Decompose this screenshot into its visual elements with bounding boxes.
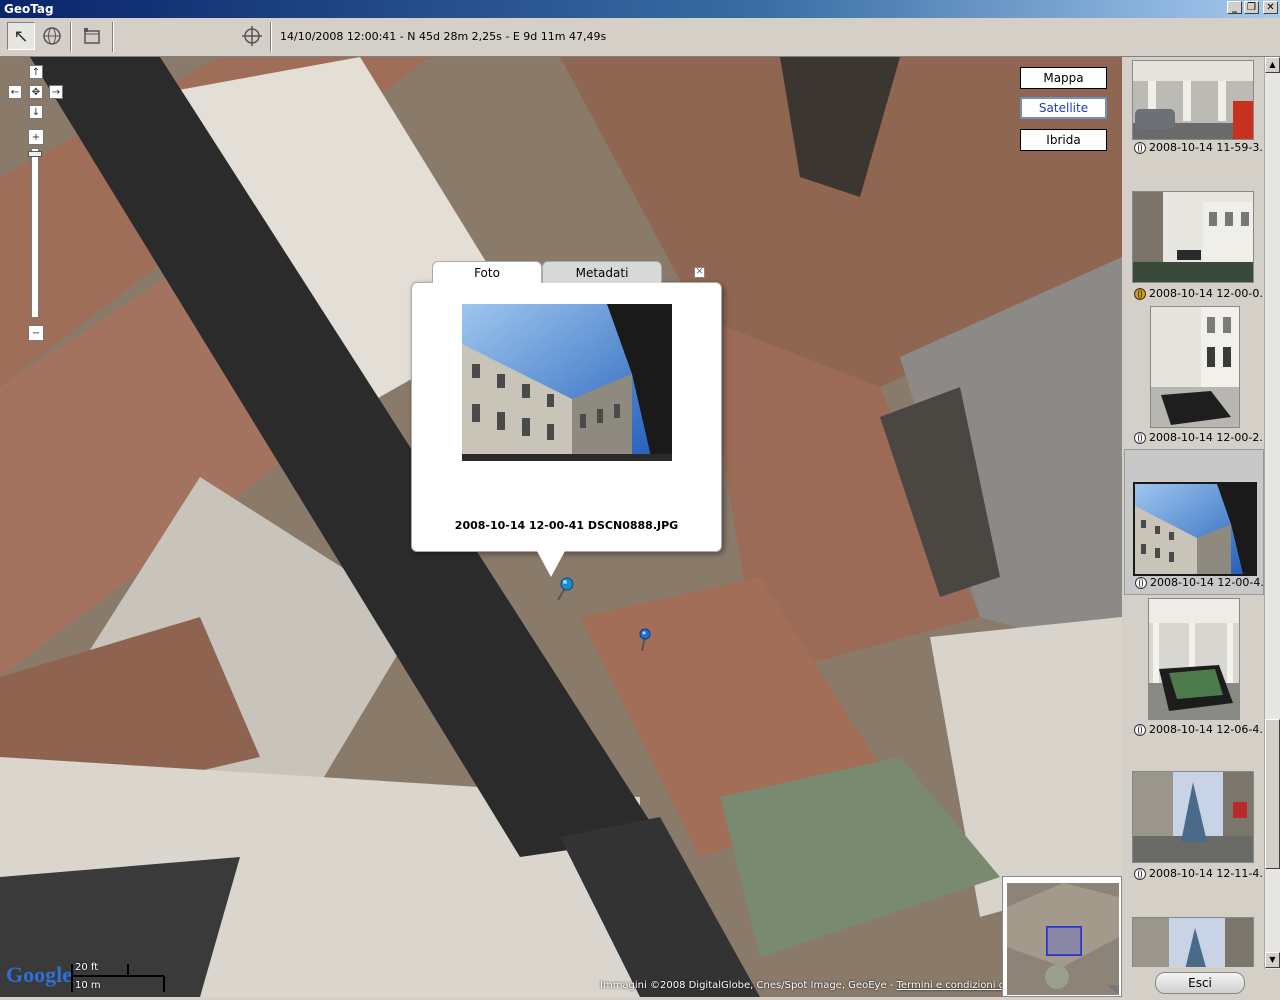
overview-minimap[interactable] [1002,876,1122,997]
overview-map-image [1007,883,1119,995]
thumbnail-item[interactable]: 2008-10-14 12-00-0... [1124,157,1270,303]
window-icon[interactable] [78,22,106,50]
thumbnail-label: 2008-10-14 12-00-4... [1150,576,1271,589]
pan-down-button[interactable]: ↓ [29,105,43,119]
pan-center-button[interactable]: ✥ [29,85,43,99]
map-type-mappa-button[interactable]: Mappa [1020,67,1107,89]
close-button[interactable]: ✕ [1263,1,1278,14]
pan-left-button[interactable]: ← [8,85,22,99]
map-type-satellite-button[interactable]: Satellite [1020,97,1107,119]
map-attribution: Immagini ©2008 DigitalGlobe, Cnes/Spot I… [600,980,1026,991]
scale-imperial-label: 20 ft [75,962,99,973]
globe-gold-icon [1134,287,1146,300]
photo-marker-icon[interactable] [552,575,580,603]
scrollbar-thumb[interactable] [1265,719,1280,869]
thumbnail-image [1132,917,1254,967]
thumbnail-item[interactable]: 2008-10-14 12-06-4... [1124,595,1270,739]
coordinates-readout: 14/10/2008 12:00:41 - N 45d 28m 2,25s - … [280,30,607,43]
pan-up-button[interactable]: ↑ [29,65,43,79]
title-bar: GeoTag _ ❐ ✕ [0,0,1280,18]
map-scale: 20 ft 10 m [70,962,166,994]
thumbnail-image [1148,598,1240,720]
photo-popup: Foto Metadati ✕ 2008-10-14 12-00-41 DSCN… [411,261,722,577]
thumbnail-item[interactable] [1124,887,1264,967]
thumbnail-image [1133,482,1257,576]
thumbnail-scrollbar[interactable]: ▲ ▼ [1264,57,1280,969]
thumbnail-image [1150,306,1240,428]
thumbnail-item[interactable]: 2008-10-14 12-00-2... [1124,303,1270,447]
popup-pointer [537,551,565,577]
minimize-button[interactable]: _ [1227,1,1242,14]
popup-photo-caption: 2008-10-14 12-00-41 DSCN0888.JPG [454,519,679,532]
thumbnail-image [1132,191,1254,283]
globe-icon [1134,867,1146,880]
restore-button[interactable]: ❐ [1244,1,1259,14]
thumbnail-image [1132,60,1254,140]
google-logo[interactable]: Google [6,962,72,988]
pan-right-button[interactable]: → [49,85,63,99]
thumbnail-image [1132,771,1254,863]
attribution-text: Immagini ©2008 DigitalGlobe, Cnes/Spot I… [600,980,897,991]
thumbnail-item[interactable]: 2008-10-14 12-11-4... [1124,741,1270,885]
tab-foto[interactable]: Foto [432,261,542,283]
thumbnail-label: 2008-10-14 11-59-3... [1149,141,1270,154]
zoom-out-button[interactable]: − [28,325,44,341]
zoom-in-button[interactable]: + [28,129,44,145]
globe-icon [1135,576,1147,589]
tab-metadati[interactable]: Metadati [542,261,662,283]
thumbnail-label: 2008-10-14 12-11-4... [1149,867,1270,880]
globe-icon [1134,141,1146,154]
zoom-slider-track[interactable] [31,148,39,318]
globe-icon [1134,723,1146,736]
thumbnail-label: 2008-10-14 12-00-2... [1149,431,1270,444]
globe-icon[interactable] [38,22,66,50]
thumbnail-label: 2008-10-14 12-00-0... [1149,287,1270,300]
popup-tabs: Foto Metadati [412,261,721,285]
select-arrow-icon[interactable]: ↖ [7,22,35,50]
toolbar-separator [112,22,114,52]
toolbar-separator [70,22,72,52]
popup-photo [462,304,672,461]
toolbar-separator [270,22,272,52]
scale-metric-label: 10 m [75,980,101,991]
thumbnail-panel: 2008-10-14 11-59-3... 2008-10-14 12-00-0… [1122,57,1280,1000]
scroll-down-button[interactable]: ▼ [1265,952,1280,968]
crosshair-icon[interactable] [238,22,266,50]
thumbnail-label: 2008-10-14 12-06-4... [1149,723,1270,736]
popup-close-icon[interactable]: ✕ [694,267,705,278]
window-title: GeoTag [4,2,54,16]
map-type-ibrida-button[interactable]: Ibrida [1020,129,1107,151]
zoom-slider-thumb[interactable] [28,151,42,157]
exit-button[interactable]: Esci [1155,972,1245,994]
globe-icon [1134,431,1146,444]
toolbar: ↖ 14/10/2008 12:00:41 - N 45d 28m 2,25s … [0,18,1280,57]
scroll-up-button[interactable]: ▲ [1265,57,1280,73]
location-marker-icon[interactable] [636,627,654,653]
thumbnail-item-selected[interactable]: 2008-10-14 12-00-4... [1124,449,1271,595]
